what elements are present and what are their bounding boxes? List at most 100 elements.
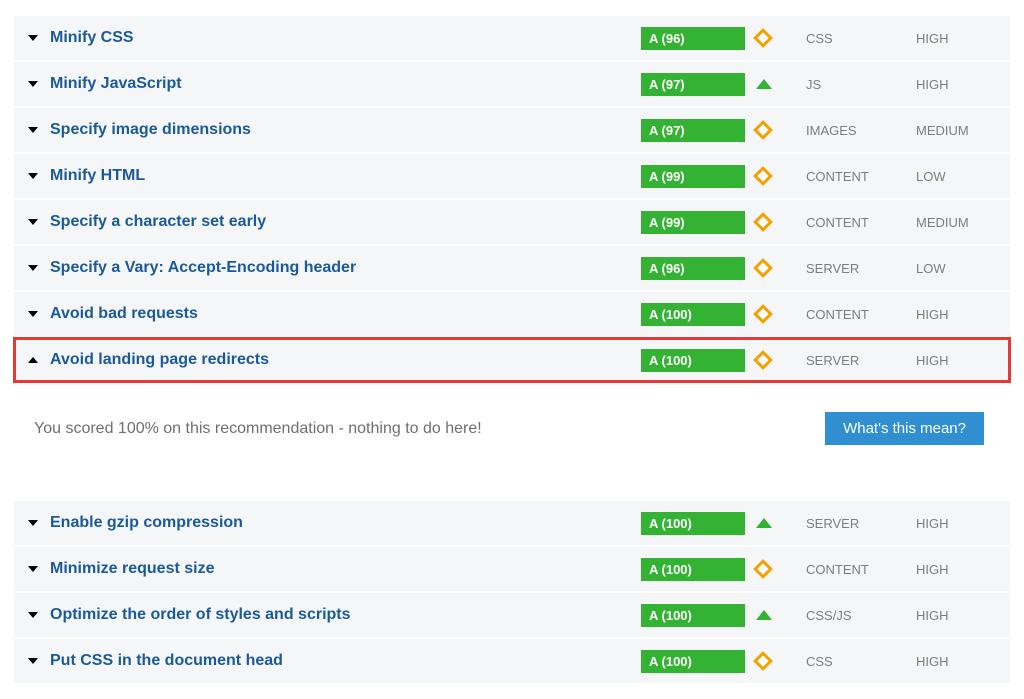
grade-cell: A (99) bbox=[641, 211, 756, 234]
grade-cell: A (100) bbox=[641, 604, 756, 627]
priority-label: MEDIUM bbox=[916, 215, 996, 230]
recommendation-row[interactable]: Minify CSSA (96) CSSHIGH bbox=[14, 16, 1010, 60]
trend-icon-cell bbox=[756, 261, 806, 275]
priority-label: HIGH bbox=[916, 562, 996, 577]
recommendation-row[interactable]: Optimize the order of styles and scripts… bbox=[14, 593, 1010, 637]
diamond-icon bbox=[753, 212, 773, 232]
recommendation-row[interactable]: Specify a character set earlyA (99) CONTE… bbox=[14, 200, 1010, 244]
recommendation-title[interactable]: Avoid landing page redirects bbox=[50, 351, 641, 369]
recommendation-title[interactable]: Specify image dimensions bbox=[50, 121, 641, 139]
priority-label: HIGH bbox=[916, 31, 996, 46]
trend-icon-cell bbox=[756, 518, 806, 528]
type-label: SERVER bbox=[806, 516, 916, 531]
chevron-down-icon[interactable] bbox=[28, 566, 38, 572]
priority-label: HIGH bbox=[916, 77, 996, 92]
grade-badge: A (100) bbox=[641, 604, 745, 627]
priority-label: HIGH bbox=[916, 654, 996, 669]
grade-badge: A (96) bbox=[641, 257, 745, 280]
recommendation-row[interactable]: Avoid landing page redirectsA (100) SERVE… bbox=[14, 338, 1010, 382]
diamond-icon bbox=[753, 559, 773, 579]
chevron-down-icon[interactable] bbox=[28, 612, 38, 618]
grade-cell: A (97) bbox=[641, 119, 756, 142]
chevron-down-icon[interactable] bbox=[28, 311, 38, 317]
chevron-down-icon[interactable] bbox=[28, 265, 38, 271]
grade-badge: A (100) bbox=[641, 303, 745, 326]
diamond-icon bbox=[753, 651, 773, 671]
recommendation-title[interactable]: Specify a character set early bbox=[50, 213, 641, 231]
recommendation-row[interactable]: Minify HTMLA (99) CONTENTLOW bbox=[14, 154, 1010, 198]
type-label: CSS bbox=[806, 31, 916, 46]
grade-badge: A (100) bbox=[641, 512, 745, 535]
type-label: CONTENT bbox=[806, 169, 916, 184]
recommendation-row[interactable]: Enable gzip compressionA (100) SERVERHIGH bbox=[14, 501, 1010, 545]
recommendation-title[interactable]: Minify CSS bbox=[50, 29, 641, 47]
recommendation-row[interactable]: Avoid bad requestsA (100) CONTENTHIGH bbox=[14, 292, 1010, 336]
grade-cell: A (99) bbox=[641, 165, 756, 188]
type-label: CONTENT bbox=[806, 562, 916, 577]
recommendations-list: Minify CSSA (96)CSSHIGHMinify JavaScript… bbox=[14, 16, 1010, 683]
whats-this-mean-button[interactable]: What's this mean? bbox=[825, 412, 984, 445]
recommendation-row[interactable]: Specify a Vary: Accept-Encoding headerA … bbox=[14, 246, 1010, 290]
type-label: CONTENT bbox=[806, 215, 916, 230]
type-label: CSS/JS bbox=[806, 608, 916, 623]
recommendation-title[interactable]: Minify JavaScript bbox=[50, 75, 641, 93]
priority-label: LOW bbox=[916, 169, 996, 184]
section-spacer bbox=[14, 477, 1010, 499]
grade-badge: A (99) bbox=[641, 165, 745, 188]
recommendation-row[interactable]: Put CSS in the document headA (100)CSSHI… bbox=[14, 639, 1010, 683]
recommendation-title[interactable]: Enable gzip compression bbox=[50, 514, 641, 532]
priority-label: MEDIUM bbox=[916, 123, 996, 138]
chevron-down-icon[interactable] bbox=[28, 658, 38, 664]
priority-label: HIGH bbox=[916, 516, 996, 531]
priority-label: HIGH bbox=[916, 608, 996, 623]
grade-badge: A (97) bbox=[641, 73, 745, 96]
trend-icon-cell bbox=[756, 307, 806, 321]
grade-badge: A (100) bbox=[641, 558, 745, 581]
type-label: SERVER bbox=[806, 261, 916, 276]
caret-up-icon bbox=[756, 79, 772, 89]
trend-icon-cell bbox=[756, 353, 806, 367]
recommendation-title[interactable]: Optimize the order of styles and scripts bbox=[50, 606, 641, 624]
trend-icon-cell bbox=[756, 654, 806, 668]
grade-badge: A (100) bbox=[641, 650, 745, 673]
chevron-down-icon[interactable] bbox=[28, 127, 38, 133]
recommendation-row[interactable]: Minimize request sizeA (100) CONTENTHIGH bbox=[14, 547, 1010, 591]
type-label: CONTENT bbox=[806, 307, 916, 322]
grade-badge: A (97) bbox=[641, 119, 745, 142]
grade-badge: A (96) bbox=[641, 27, 745, 50]
trend-icon-cell bbox=[756, 562, 806, 576]
grade-cell: A (96) bbox=[641, 27, 756, 50]
grade-cell: A (100) bbox=[641, 558, 756, 581]
trend-icon-cell bbox=[756, 169, 806, 183]
chevron-down-icon[interactable] bbox=[28, 520, 38, 526]
priority-label: HIGH bbox=[916, 353, 996, 368]
grade-cell: A (100) bbox=[641, 512, 756, 535]
recommendation-title[interactable]: Avoid bad requests bbox=[50, 305, 641, 323]
priority-label: LOW bbox=[916, 261, 996, 276]
grade-cell: A (100) bbox=[641, 650, 756, 673]
recommendation-title[interactable]: Minimize request size bbox=[50, 560, 641, 578]
diamond-icon bbox=[753, 304, 773, 324]
diamond-icon bbox=[753, 120, 773, 140]
chevron-down-icon[interactable] bbox=[28, 219, 38, 225]
trend-icon-cell bbox=[756, 215, 806, 229]
recommendation-row[interactable]: Minify JavaScriptA (97)JSHIGH bbox=[14, 62, 1010, 106]
grade-cell: A (97) bbox=[641, 73, 756, 96]
chevron-up-icon[interactable] bbox=[28, 357, 38, 363]
diamond-icon bbox=[753, 28, 773, 48]
recommendation-detail-panel: You scored 100% on this recommendation -… bbox=[14, 384, 1010, 475]
type-label: SERVER bbox=[806, 353, 916, 368]
grade-cell: A (100) bbox=[641, 303, 756, 326]
diamond-icon bbox=[753, 258, 773, 278]
chevron-down-icon[interactable] bbox=[28, 173, 38, 179]
recommendation-row[interactable]: Specify image dimensionsA (97)IMAGESMEDI… bbox=[14, 108, 1010, 152]
chevron-down-icon[interactable] bbox=[28, 35, 38, 41]
recommendation-title[interactable]: Minify HTML bbox=[50, 167, 641, 185]
trend-icon-cell bbox=[756, 31, 806, 45]
recommendation-title[interactable]: Specify a Vary: Accept-Encoding header bbox=[50, 259, 641, 277]
priority-label: HIGH bbox=[916, 307, 996, 322]
trend-icon-cell bbox=[756, 79, 806, 89]
grade-badge: A (100) bbox=[641, 349, 745, 372]
recommendation-title[interactable]: Put CSS in the document head bbox=[50, 652, 641, 670]
chevron-down-icon[interactable] bbox=[28, 81, 38, 87]
